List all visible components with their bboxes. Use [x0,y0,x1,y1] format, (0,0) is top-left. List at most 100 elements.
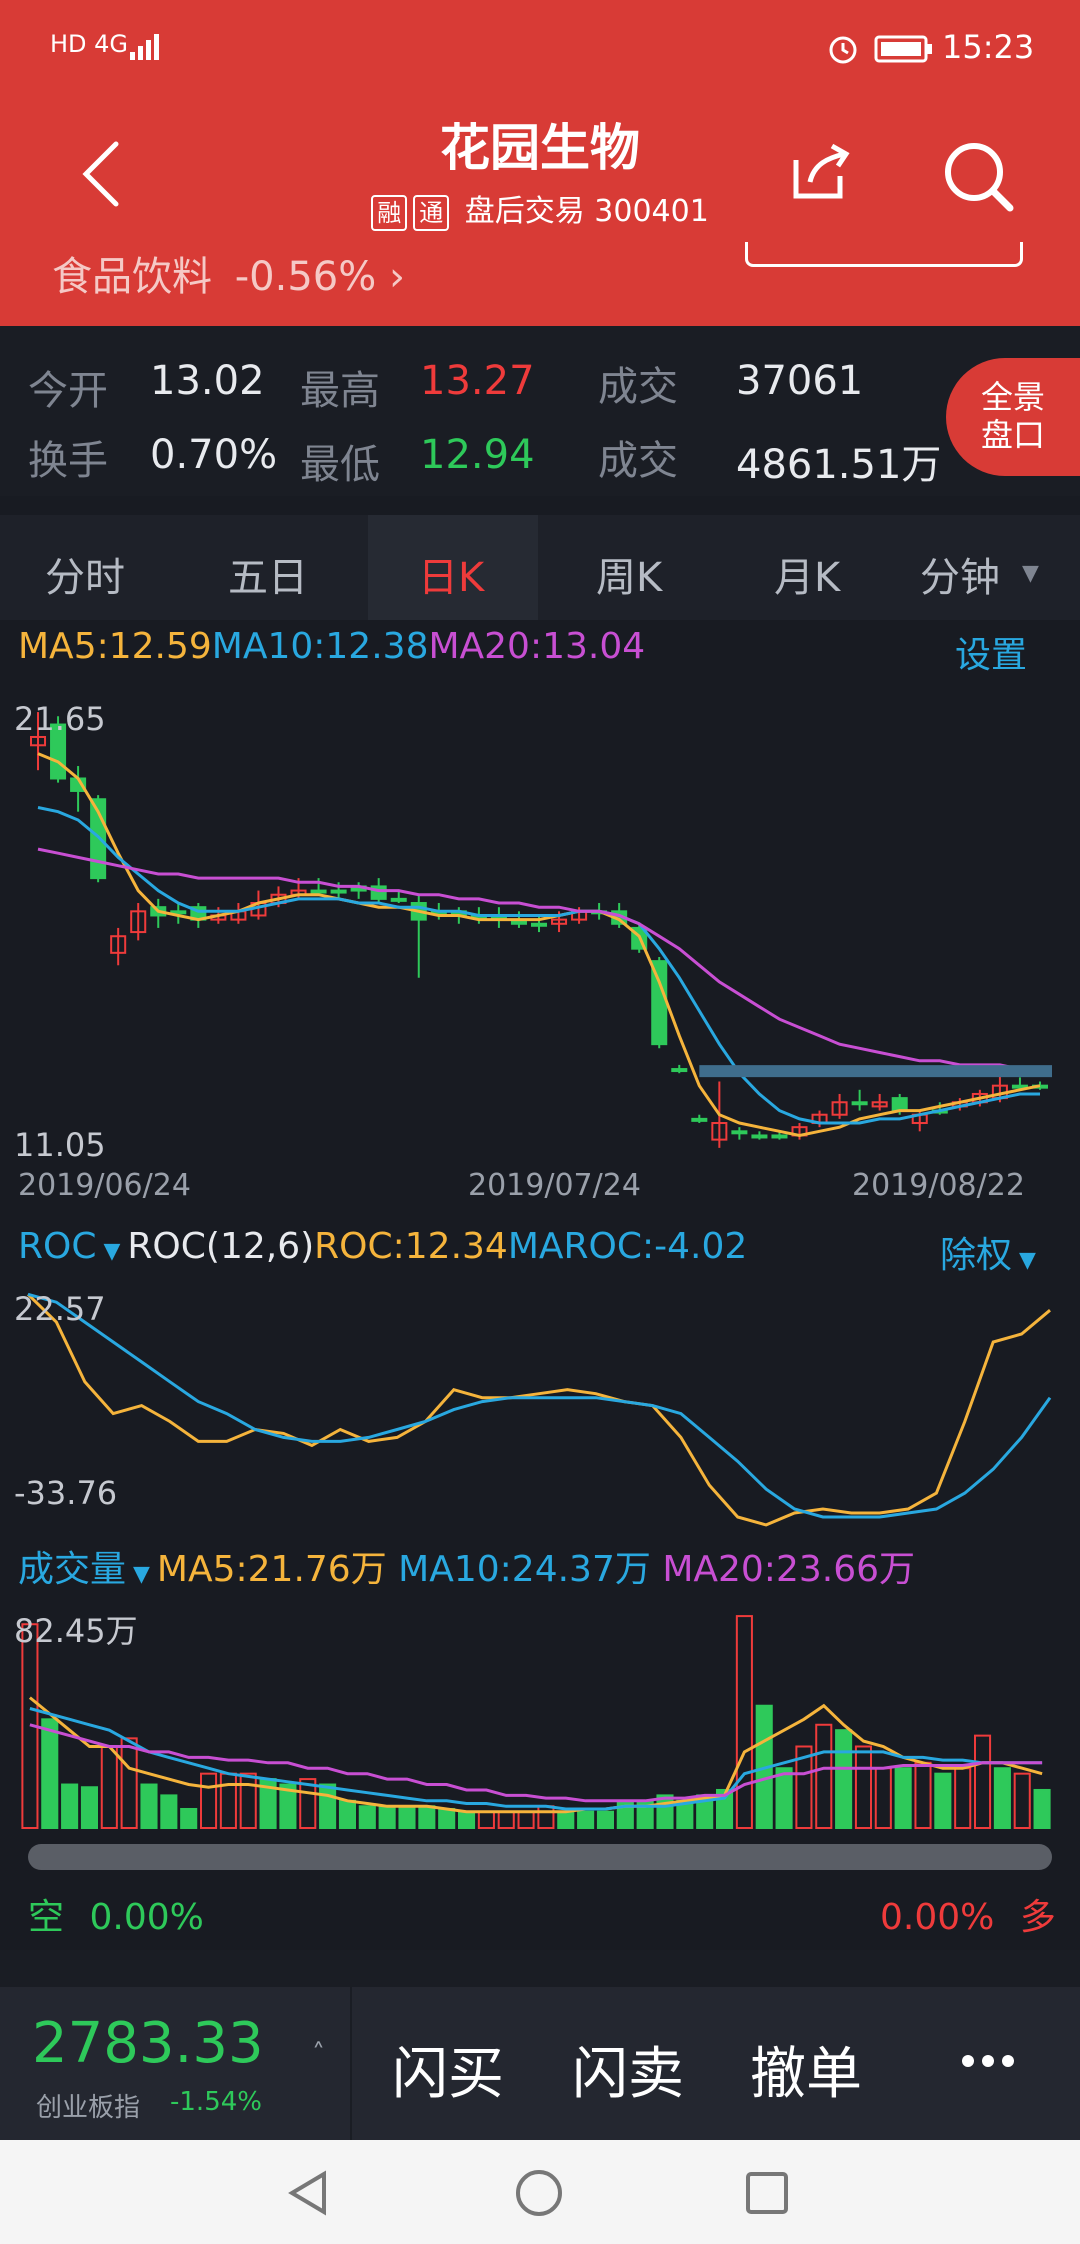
volume-value: 37061 [736,358,864,404]
chevron-right-icon: › [388,254,405,300]
nav-home-icon[interactable] [514,2168,564,2222]
ma5-line [37,752,1041,1138]
tab-five-day[interactable]: 五日 [228,545,308,603]
volume-bar [80,1786,99,1830]
sector-link[interactable]: 食品饮料 -0.56% › [52,244,405,302]
volume-bar [914,1761,932,1829]
roc-series-0 [26,1293,1051,1527]
panorama-button[interactable]: 全景 盘口 [946,358,1080,476]
volume-bar [874,1767,892,1829]
cancel-order-button[interactable]: 撤单 [750,2029,862,2110]
roc-series-1 [27,1292,1052,1519]
open-value: 13.02 [150,358,265,404]
volume-bar [358,1805,376,1829]
nav-back-icon[interactable] [284,2168,334,2222]
divider [350,1987,352,2140]
order-book-strip [0,1950,1080,1987]
roc-chart[interactable] [0,1280,1080,1530]
signal-icon [128,32,162,66]
volume-bar [557,1810,575,1830]
roc-indicator-selector[interactable]: ROC [18,1226,97,1267]
volume-bar [1033,1788,1051,1829]
system-nav-bar [0,2140,1080,2244]
kline-y-min: 11.05 [14,1126,106,1164]
maroc-value: MAROC:-4.02 [507,1226,748,1267]
volume-bar [418,1805,436,1829]
kline-date-mid: 2019/07/24 [468,1168,641,1203]
volume-bar [835,1729,853,1829]
panorama-label-2: 盘口 [980,416,1045,454]
roc-value: ROC:12.34 [314,1226,508,1267]
flash-buy-button[interactable]: 闪买 [392,2029,504,2110]
chevron-up-icon[interactable]: ˄ [312,2039,325,2069]
connect-tag: 通 [413,195,450,231]
index-value[interactable]: 2783.33 [32,2011,264,2076]
kline-date-start: 2019/06/24 [18,1168,191,1203]
amount-label: 成交 [598,438,678,484]
tab-minute[interactable]: 分钟 [920,545,1000,603]
candle-body [891,1097,908,1112]
volume-chart[interactable] [0,1596,1080,1830]
volume-bar [338,1799,357,1829]
roc-y-max: 22.57 [14,1290,106,1328]
volume-legend: 成交量 ▼ MA5:21.76万 MA10:24.37万 MA20:23.66万 [18,1540,915,1592]
candle-body [731,1130,748,1135]
tab-daily-k[interactable]: 日K [418,545,484,603]
candle-body [851,1101,868,1106]
volume-bar [517,1810,535,1830]
volume-bar [398,1805,416,1829]
volume-bar [457,1810,476,1830]
short-value: 0.00% [89,1897,204,1938]
volume-bar [1013,1772,1031,1829]
flash-sell-button[interactable]: 闪卖 [572,2029,684,2110]
ma10-label: MA10:12.38 [211,626,429,667]
open-label: 今开 [28,368,108,414]
dropdown-arrow-icon: ▼ [96,1239,128,1264]
amount-value: 4861.51万 [736,442,942,488]
panorama-label-1: 全景 [980,378,1045,416]
candle-body [310,889,327,894]
volume-label: 成交 [598,364,678,410]
volume-indicator-selector[interactable]: 成交量 [18,1549,126,1590]
stock-subtitle: 融通 盘后交易 300401 [0,186,1080,231]
candle-body [691,1117,708,1122]
trading-status: 盘后交易 [464,194,585,229]
long-short-ratio-bar [28,1844,1052,1870]
tab-monthly-k[interactable]: 月K [774,545,840,603]
more-icon[interactable] [960,2053,1016,2073]
volume-bar [537,1805,555,1829]
kline-chart[interactable] [0,690,1080,1210]
volume-bar [41,1718,59,1829]
add-watchlist-button[interactable] [745,242,1023,267]
settings-button[interactable]: 设置 [955,626,1027,678]
low-value: 12.94 [420,432,535,478]
tab-weekly-k[interactable]: 周K [596,545,662,603]
volume-bar [577,1810,595,1830]
long-value: 0.00% [880,1897,995,1938]
battery-icon [874,34,934,68]
volume-bar [378,1805,396,1829]
volume-bar [438,1807,456,1829]
roc-y-min: -33.76 [14,1474,118,1512]
dropdown-arrow-icon: ▼ [1012,1248,1036,1273]
long-position: 0.00% 多 [880,1888,1056,1940]
dropdown-arrow-icon: ▼ [126,1562,157,1587]
quote-panel: 今开 13.02 最高 13.27 成交 37061 换手 0.70% 最低 1… [0,326,1080,496]
ma5-label: MA5:12.59 [18,626,212,667]
adjust-selector[interactable]: 除权 ▼ [940,1226,1036,1278]
volume-bar [219,1772,237,1829]
volume-y-max: 82.45万 [14,1612,138,1650]
stock-code: 300401 [594,194,709,229]
bottom-action-bar: 2783.33 创业板指 -1.54% ˄ 闪买 闪卖 撤单 [0,1987,1080,2140]
search-icon[interactable] [940,138,1016,218]
nav-recents-icon[interactable] [744,2170,790,2220]
volume-bar [180,1807,198,1829]
long-label: 多 [1019,1897,1056,1938]
low-label: 最低 [300,442,380,488]
stock-name: 花园生物 [440,119,640,177]
tab-intraday[interactable]: 分时 [45,545,125,603]
volume-bar [596,1810,615,1830]
margin-tag: 融 [371,195,408,231]
share-icon[interactable] [788,140,852,208]
sector-name: 食品饮料 [52,254,212,300]
